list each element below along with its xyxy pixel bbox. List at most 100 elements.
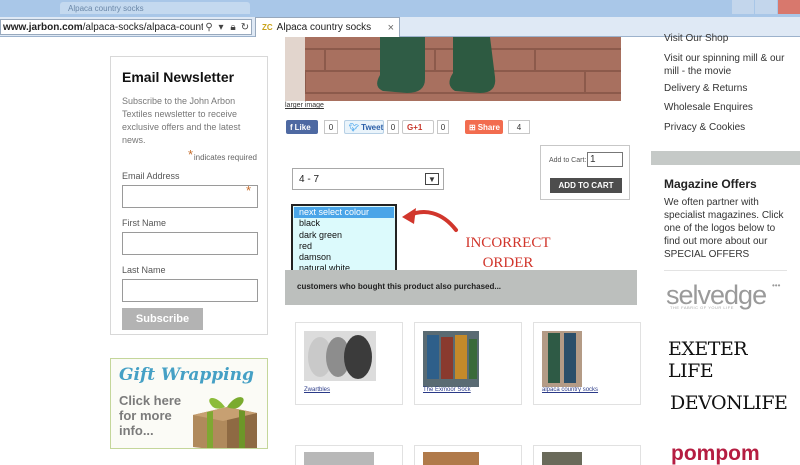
refresh-icon[interactable]: ↻ [239,22,251,33]
url-host: www.jarbon.com [3,21,83,33]
sidebar-link-mill[interactable]: Visit our spinning mill & our mill - the… [664,52,796,78]
gift-wrapping-banner[interactable]: Gift Wrapping Click here for more info..… [110,358,268,449]
sidebar-link-wholesale[interactable]: Wholesale Enquires [664,101,796,114]
product-link[interactable]: alpaca country socks [542,387,598,393]
maximize-button[interactable] [755,0,777,14]
required-asterisk: * [188,147,194,162]
dropdown-arrow-icon[interactable]: ▾ [215,22,227,33]
product-card[interactable]: The Exmoor Sock [414,322,522,405]
product-card[interactable] [295,445,403,465]
also-purchased-title: customers who bought this product also p… [297,282,502,291]
background-tab-title: Alpaca country socks [68,4,144,13]
colour-option[interactable]: black [294,218,394,229]
larger-image-link[interactable]: larger image [285,102,324,109]
subscribe-button[interactable]: Subscribe [122,308,203,330]
newsletter-description: Subscribe to the John Arbon Textiles new… [122,96,241,145]
magazine-offers-description: We often partner with specialist magazin… [664,197,784,260]
colour-option[interactable]: next select colour [294,207,394,219]
email-field[interactable]: * [122,183,258,208]
minimize-button[interactable] [732,0,754,14]
product-image[interactable] [285,37,621,101]
active-tab[interactable]: ZC Alpaca country socks × [255,17,400,37]
close-tab-icon[interactable]: × [388,22,394,34]
also-purchased-header: customers who bought this product also p… [285,270,637,305]
gift-title: Gift Wrapping [119,365,254,385]
tweet-label: Tweet [361,122,384,132]
sidebar-link-privacy[interactable]: Privacy & Cookies [664,121,796,134]
cart-qty-input[interactable]: 1 [587,152,623,167]
devon-life-logo[interactable]: DEVONLIFE [664,386,788,424]
product-link[interactable]: Zwartbles [304,387,330,393]
selvedge-tagline: THE FABRIC OF YOUR LIFE [670,305,734,310]
lock-icon[interactable]: 🔒︎ [227,22,239,33]
product-card[interactable] [414,445,522,465]
gift-box-icon [193,397,257,448]
annotation-line-1: INCORRECT [465,235,551,251]
tweet-count: 0 [387,120,399,134]
tab-title: Alpaca country socks [276,22,372,33]
favicon-icon: ZC [262,23,273,32]
gplus-count: 0 [437,120,449,134]
chevron-down-icon: ▼ [425,173,439,185]
facebook-count: 0 [324,120,338,134]
product-thumbnail[interactable] [423,331,479,387]
size-select[interactable]: 4 - 7 ▼ [292,168,444,190]
twitter-bird-icon: 🐦︎ [349,122,360,132]
required-note-text: indicates required [193,153,257,162]
pompom-logo[interactable]: pompom [664,439,787,465]
sidebar-links-panel: Visit Our Shop Visit our spinning mill &… [651,33,800,151]
exeter-life-logo[interactable]: EXETER LIFE [664,332,787,382]
url-input[interactable]: www.jarbon.com/alpaca-socks/alpaca-count… [0,19,252,35]
annotation-note: INCORRECT ORDER [456,233,560,273]
exeter-life-wordmark: EXETER LIFE [668,338,748,382]
required-note: * indicates required [122,147,257,167]
share-plus-icon: ⊞ [469,122,476,132]
product-thumbnail[interactable] [423,452,479,465]
share-count: 4 [508,120,530,134]
product-thumbnail[interactable] [304,452,374,465]
add-to-cart-button[interactable]: ADD TO CART [550,178,622,193]
sidebar-link-shop[interactable]: Visit Our Shop [664,32,796,45]
facebook-icon: f [290,122,293,132]
selvedge-dots: ••• [772,281,781,290]
gift-cta: Click here for more info... [119,393,182,438]
email-required-asterisk: * [245,183,251,198]
sidebar-link-delivery[interactable]: Delivery & Returns [664,82,796,95]
product-card[interactable] [533,445,641,465]
share-row: f Like 0 🐦︎ Tweet 0 G+1 0 ⊞ Share 4 [286,120,536,135]
first-name-field[interactable] [122,232,258,255]
window-controls [730,0,800,17]
product-thumbnail[interactable] [542,331,582,387]
email-label: Email Address [122,171,180,181]
search-icon[interactable]: ⚲ [203,22,215,33]
newsletter-panel: Email Newsletter Subscribe to the John A… [110,56,268,335]
product-card[interactable]: Zwartbles [295,322,403,405]
url-path: /alpaca-socks/alpaca-country-socks/alp [82,21,203,33]
facebook-like-button[interactable]: f Like [286,120,318,134]
tweet-button[interactable]: 🐦︎ Tweet [344,120,384,134]
product-thumbnail[interactable] [304,331,376,381]
selvedge-logo[interactable]: selvedge ••• THE FABRIC OF YOUR LIFE [664,270,787,314]
share-button[interactable]: ⊞ Share [465,120,503,134]
product-thumbnail[interactable] [542,452,582,465]
annotation-arrow-icon [402,208,458,232]
share-label: Share [477,122,500,132]
last-name-label: Last Name [122,265,166,275]
colour-option[interactable]: damson [294,252,394,263]
url-text: www.jarbon.com/alpaca-socks/alpaca-count… [1,22,203,33]
colour-option[interactable]: red [294,241,394,252]
magazine-offers-panel: Magazine Offers We often partner with sp… [651,165,800,465]
colour-select-list[interactable]: next select colour black dark green red … [291,204,397,279]
browser-titlebar: Alpaca country socks [0,0,800,17]
background-tab[interactable]: Alpaca country socks [60,2,250,14]
facebook-like-label: Like [294,122,311,132]
product-link[interactable]: The Exmoor Sock [423,387,471,393]
first-name-label: First Name [122,218,167,228]
newsletter-title: Email Newsletter [122,69,235,85]
last-name-field[interactable] [122,279,258,302]
colour-option[interactable]: dark green [294,230,394,241]
size-select-value: 4 - 7 [299,173,320,185]
product-card[interactable]: alpaca country socks [533,322,641,405]
gplus-button[interactable]: G+1 [402,120,434,134]
close-window-button[interactable] [778,0,800,14]
